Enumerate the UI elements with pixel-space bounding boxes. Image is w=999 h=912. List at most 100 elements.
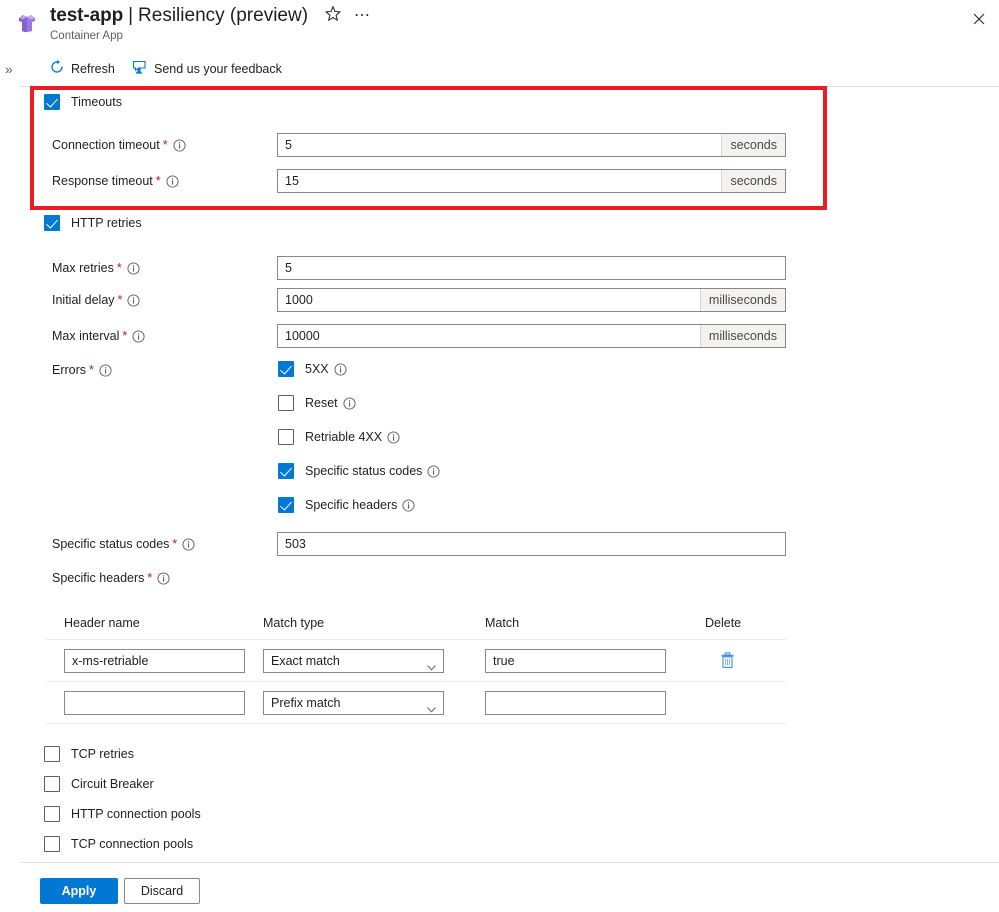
info-icon[interactable]	[343, 397, 356, 410]
errors-option-retriable-4xx[interactable]: Retriable 4XX	[278, 429, 400, 445]
max-interval-label: Max interval *	[52, 329, 145, 343]
connection-timeout-input[interactable]	[278, 134, 721, 156]
connection-timeout-label: Connection timeout *	[52, 138, 186, 152]
errors-option-specific-headers[interactable]: Specific headers	[278, 497, 415, 513]
option-label: Specific headers	[305, 498, 397, 512]
initial-delay-input[interactable]	[278, 289, 700, 311]
resource-name: test-app	[50, 5, 123, 27]
checkbox-box	[44, 746, 60, 762]
option-label: Reset	[305, 396, 338, 410]
checkbox-box	[44, 806, 60, 822]
max-interval-unit: milliseconds	[700, 325, 785, 347]
initial-delay-field[interactable]: milliseconds	[277, 288, 786, 312]
specific-headers-table: Header name Match type Match Delete Exac…	[46, 606, 786, 724]
required-marker: *	[163, 138, 168, 152]
required-marker: *	[147, 571, 152, 585]
label-text: Max interval	[52, 329, 119, 343]
close-icon[interactable]	[967, 7, 991, 31]
send-feedback-button[interactable]: Send us your feedback	[128, 57, 286, 80]
http-retries-section-label: HTTP retries	[71, 216, 142, 230]
info-icon[interactable]	[132, 330, 145, 343]
info-icon[interactable]	[387, 431, 400, 444]
response-timeout-field[interactable]: seconds	[277, 169, 786, 193]
trash-icon[interactable]	[717, 651, 737, 671]
errors-option-5xx[interactable]: 5XX	[278, 361, 347, 377]
page-title: test-app | Resiliency (preview) ⋯	[50, 3, 371, 27]
cell-match	[485, 649, 705, 673]
max-interval-input[interactable]	[278, 325, 700, 347]
container-app-icon	[14, 12, 40, 36]
refresh-icon	[50, 60, 64, 77]
tcp-connection-pools-section-checkbox[interactable]: TCP connection pools	[44, 836, 193, 852]
max-retries-field[interactable]	[277, 256, 786, 280]
info-icon[interactable]	[427, 465, 440, 478]
column-header-match-type: Match type	[263, 616, 485, 630]
star-icon[interactable]	[324, 5, 342, 23]
http-connection-pools-section-checkbox[interactable]: HTTP connection pools	[44, 806, 201, 822]
feedback-label: Send us your feedback	[154, 62, 282, 76]
header-name-input[interactable]	[64, 691, 245, 715]
response-timeout-input[interactable]	[278, 170, 721, 192]
tcp-connection-pools-label: TCP connection pools	[71, 837, 193, 851]
http-connection-pools-label: HTTP connection pools	[71, 807, 201, 821]
refresh-label: Refresh	[71, 62, 115, 76]
required-marker: *	[156, 174, 161, 188]
cell-delete	[705, 651, 786, 671]
connection-timeout-unit: seconds	[721, 134, 785, 156]
max-retries-input[interactable]	[278, 257, 785, 279]
info-icon[interactable]	[334, 363, 347, 376]
column-header-delete: Delete	[705, 616, 786, 630]
cell-match	[485, 691, 705, 715]
timeouts-section-checkbox[interactable]: Timeouts	[44, 94, 122, 110]
info-icon[interactable]	[99, 364, 112, 377]
errors-option-reset[interactable]: Reset	[278, 395, 356, 411]
option-label: Specific status codes	[305, 464, 422, 478]
response-timeout-unit: seconds	[721, 170, 785, 192]
info-icon[interactable]	[173, 139, 186, 152]
feedback-icon	[132, 60, 147, 77]
chevron-double-right-icon[interactable]: »	[5, 61, 13, 77]
blade-header: test-app | Resiliency (preview) ⋯ Contai…	[0, 0, 999, 52]
checkbox-box	[44, 836, 60, 852]
match-type-select[interactable]: Exact match	[263, 649, 444, 673]
specific-status-codes-field[interactable]	[277, 532, 786, 556]
match-input[interactable]	[485, 691, 666, 715]
connection-timeout-field[interactable]: seconds	[277, 133, 786, 157]
http-retries-section-checkbox[interactable]: HTTP retries	[44, 215, 142, 231]
info-icon[interactable]	[127, 294, 140, 307]
specific-status-codes-input[interactable]	[278, 533, 785, 555]
info-icon[interactable]	[127, 262, 140, 275]
max-retries-label: Max retries *	[52, 261, 140, 275]
table-row: Exact match	[46, 640, 786, 682]
response-timeout-label: Response timeout *	[52, 174, 179, 188]
checkbox-box	[278, 395, 294, 411]
checkbox-box	[278, 463, 294, 479]
initial-delay-unit: milliseconds	[700, 289, 785, 311]
label-text: Errors	[52, 363, 86, 377]
circuit-breaker-section-checkbox[interactable]: Circuit Breaker	[44, 776, 154, 792]
label-text: Connection timeout	[52, 138, 160, 152]
ellipsis-icon[interactable]: ⋯	[354, 5, 371, 25]
checkbox-box	[278, 429, 294, 445]
info-icon[interactable]	[157, 572, 170, 585]
match-input[interactable]	[485, 649, 666, 673]
tcp-retries-section-checkbox[interactable]: TCP retries	[44, 746, 134, 762]
max-interval-field[interactable]: milliseconds	[277, 324, 786, 348]
required-marker: *	[89, 363, 94, 377]
timeouts-section-label: Timeouts	[71, 95, 122, 109]
label-text: Specific status codes	[52, 537, 169, 551]
info-icon[interactable]	[182, 538, 195, 551]
required-marker: *	[117, 261, 122, 275]
header-name-input[interactable]	[64, 649, 245, 673]
required-marker: *	[118, 293, 123, 307]
match-type-select[interactable]: Prefix match	[263, 691, 444, 715]
discard-button[interactable]: Discard	[124, 878, 200, 904]
info-icon[interactable]	[166, 175, 179, 188]
info-icon[interactable]	[402, 499, 415, 512]
refresh-button[interactable]: Refresh	[46, 57, 119, 80]
tcp-retries-label: TCP retries	[71, 747, 134, 761]
label-text: Max retries	[52, 261, 114, 275]
apply-button[interactable]: Apply	[40, 878, 118, 904]
errors-option-specific-status-codes[interactable]: Specific status codes	[278, 463, 440, 479]
option-label: Retriable 4XX	[305, 430, 382, 444]
